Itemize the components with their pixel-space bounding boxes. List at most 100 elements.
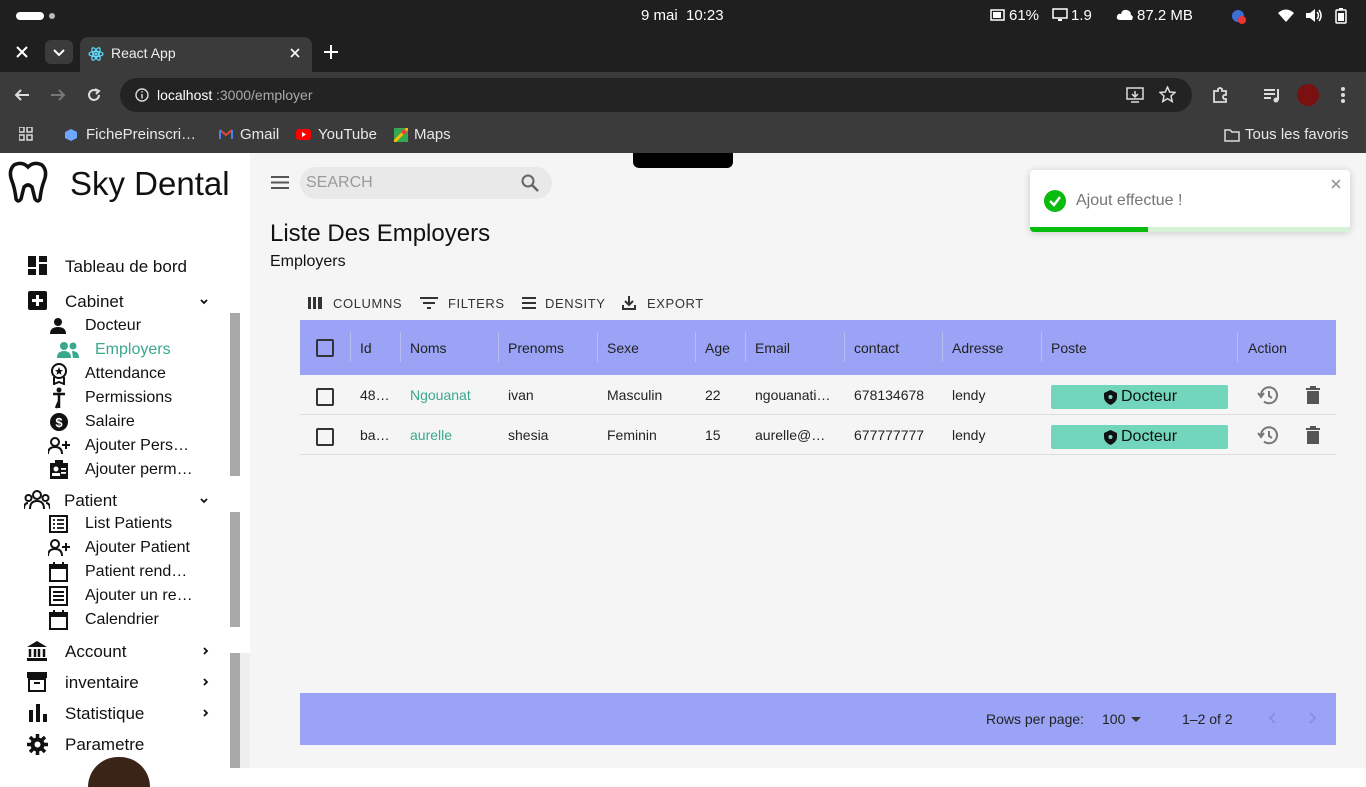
column-header-sexe[interactable]: Sexe <box>607 340 639 356</box>
export-button[interactable]: EXPORT <box>622 294 712 314</box>
column-header-contact[interactable]: contact <box>854 340 899 356</box>
apps-grid-icon[interactable] <box>19 127 33 141</box>
tab-react-app[interactable]: React App <box>80 37 312 72</box>
nav-label: Parametre <box>65 735 145 754</box>
columns-button[interactable]: COLUMNS <box>308 294 408 314</box>
sidebar-scrollbar[interactable] <box>230 153 240 768</box>
search-input[interactable]: SEARCH <box>306 174 373 192</box>
new-tab-icon[interactable] <box>323 44 339 60</box>
cell-nom-link[interactable]: aurelle <box>410 427 452 443</box>
folder-icon <box>1224 129 1240 142</box>
reload-icon[interactable] <box>86 87 102 103</box>
nav-salaire[interactable]: $ Salaire <box>48 411 228 433</box>
group-icon <box>24 490 50 510</box>
history-icon[interactable] <box>1257 425 1279 446</box>
brand-name: Sky Dental <box>70 165 230 202</box>
cell-nom-link[interactable]: Ngouanat <box>410 387 471 403</box>
tab-list-button[interactable] <box>45 40 73 64</box>
nav-ajouter-permission[interactable]: Ajouter perm… <box>48 459 228 481</box>
close-tab-icon[interactable] <box>289 47 301 59</box>
search-field[interactable]: SEARCH <box>300 167 552 199</box>
filters-button[interactable]: FILTERS <box>420 294 510 314</box>
hamburger-menu-icon[interactable] <box>271 176 289 189</box>
table-row[interactable]: 48… Ngouanat ivan Masculin 22 ngouanati…… <box>300 375 1336 415</box>
bookmark-youtube[interactable]: YouTube <box>296 123 378 147</box>
bookmark-maps[interactable]: Maps <box>394 123 454 147</box>
user-avatar[interactable] <box>88 757 150 787</box>
all-bookmarks-label: Tous les favoris <box>1245 126 1349 143</box>
nav-account[interactable]: Account <box>25 639 225 663</box>
column-header-poste[interactable]: Poste <box>1051 340 1087 356</box>
bookmark-fiche[interactable]: FichePreinscri… <box>64 123 204 147</box>
nav-cabinet[interactable]: Cabinet <box>25 289 225 313</box>
nav-ajouter-patient[interactable]: Ajouter Patient <box>48 537 228 559</box>
workspace-indicator[interactable] <box>16 12 44 20</box>
sidebar-divider <box>240 153 250 768</box>
nav-parametre[interactable]: Parametre <box>25 732 225 756</box>
nav-attendance[interactable]: Attendance <box>48 363 228 385</box>
forward-icon[interactable] <box>50 87 66 103</box>
back-icon[interactable] <box>14 87 30 103</box>
density-button[interactable]: DENSITY <box>522 294 612 314</box>
column-header-age[interactable]: Age <box>705 340 730 356</box>
workspace-dot[interactable] <box>49 13 55 19</box>
media-control-icon[interactable] <box>1263 87 1281 103</box>
bookmark-gmail[interactable]: Gmail <box>219 123 289 147</box>
browser-menu-icon[interactable] <box>1341 86 1345 104</box>
wifi-icon[interactable] <box>1277 8 1295 23</box>
app-indicator-icon[interactable] <box>1231 9 1247 25</box>
table-row[interactable]: ba… aurelle shesia Feminin 15 aurelle@… … <box>300 415 1336 455</box>
rows-per-page-select[interactable]: 100 <box>1102 707 1148 731</box>
download-icon <box>622 296 636 310</box>
rows-per-page-label: Rows per page: <box>986 711 1085 727</box>
success-toast[interactable]: Ajout effectue ! <box>1030 170 1350 232</box>
nav-ajouter-rendezvous[interactable]: Ajouter un re… <box>48 585 228 607</box>
site-info-icon[interactable] <box>135 88 149 102</box>
column-header-id[interactable]: Id <box>360 340 372 356</box>
nav-label: List Patients <box>85 515 173 532</box>
nav-patient-rendezvous[interactable]: Patient rend… <box>48 561 228 583</box>
nav-ajouter-personnel[interactable]: Ajouter Pers… <box>48 435 228 457</box>
install-app-icon[interactable] <box>1126 87 1144 103</box>
next-page-icon[interactable] <box>1309 712 1317 724</box>
previous-page-icon[interactable] <box>1268 712 1276 724</box>
status-date: 9 mai <box>641 7 678 24</box>
row-checkbox[interactable] <box>316 388 334 406</box>
power-icon[interactable] <box>1334 7 1348 24</box>
bookmarks-bar: FichePreinscri… Gmail YouTube Maps Tous … <box>0 118 1366 153</box>
history-icon[interactable] <box>1257 385 1279 406</box>
search-icon[interactable] <box>521 174 539 192</box>
nav-list-patients[interactable]: List Patients <box>48 513 228 535</box>
nav-inventaire[interactable]: inventaire <box>25 670 225 694</box>
delete-icon[interactable] <box>1306 386 1320 404</box>
chevron-right-icon <box>203 709 209 717</box>
close-window-icon[interactable] <box>15 45 29 59</box>
status-time: 10:23 <box>686 7 724 24</box>
profile-avatar[interactable] <box>1297 84 1319 106</box>
extensions-icon[interactable] <box>1211 86 1229 104</box>
poste-badge: Docteur <box>1051 385 1228 409</box>
volume-icon[interactable] <box>1305 8 1323 23</box>
row-checkbox[interactable] <box>316 428 334 446</box>
os-status-bar: 9 mai 10:23 61% 1.9 87.2 MB <box>0 0 1366 32</box>
nav-patient[interactable]: Patient <box>24 488 224 512</box>
close-icon[interactable] <box>1331 179 1341 189</box>
all-bookmarks[interactable]: Tous les favoris <box>1224 123 1356 147</box>
address-bar[interactable]: localhost :3000/employer <box>120 78 1192 112</box>
delete-icon[interactable] <box>1306 426 1320 444</box>
bookmark-star-icon[interactable] <box>1159 86 1176 103</box>
column-header-adresse[interactable]: Adresse <box>952 340 1003 356</box>
column-header-noms[interactable]: Noms <box>410 340 447 356</box>
nav-docteur[interactable]: Docteur <box>48 315 228 337</box>
nav-employers[interactable]: Employers <box>56 339 236 361</box>
cell-contact: 678134678 <box>854 387 925 403</box>
column-header-email[interactable]: Email <box>755 340 790 356</box>
nav-label: Account <box>65 642 127 661</box>
column-header-action[interactable]: Action <box>1248 340 1287 356</box>
nav-calendrier[interactable]: Calendrier <box>48 609 228 631</box>
nav-statistique[interactable]: Statistique <box>25 701 225 725</box>
nav-permissions[interactable]: Permissions <box>48 387 228 409</box>
select-all-checkbox[interactable] <box>316 339 334 357</box>
nav-tableau-de-bord[interactable]: Tableau de bord <box>25 254 225 278</box>
column-header-prenoms[interactable]: Prenoms <box>508 340 564 356</box>
